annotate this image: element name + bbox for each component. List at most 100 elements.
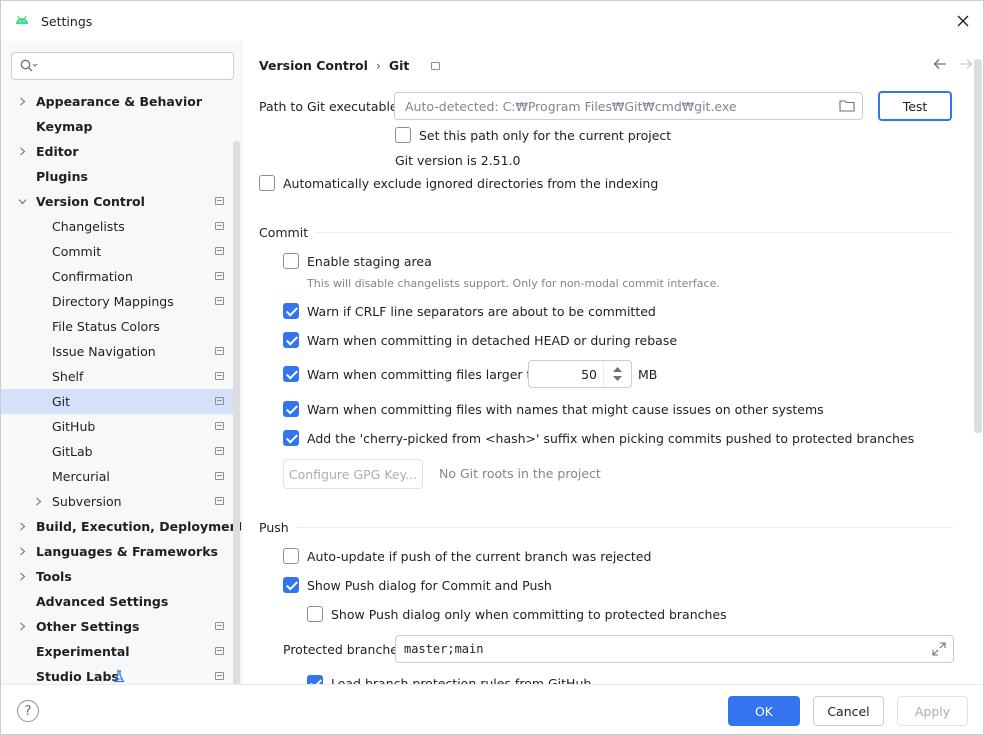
sidebar-item-git[interactable]: Git [1,389,233,414]
sidebar-item-tools[interactable]: Tools [1,564,233,589]
cherry-picked-suffix-label: Add the 'cherry-picked from <hash>' suff… [307,431,915,446]
forward-arrow-icon[interactable] [959,58,973,70]
protected-only-checkbox[interactable] [307,606,323,622]
sidebar-item-languages-frameworks[interactable]: Languages & Frameworks [1,539,233,564]
expand-icon[interactable] [932,642,946,656]
sidebar-item-mercurial[interactable]: Mercurial [1,464,233,489]
sidebar-item-keymap[interactable]: Keymap [1,114,233,139]
sidebar-item-label: Build, Execution, Deployment [36,519,242,534]
sidebar-item-plugins[interactable]: Plugins [1,164,233,189]
sidebar-item-gitlab[interactable]: GitLab [1,439,233,464]
sidebar-item-label: File Status Colors [52,319,160,334]
chevron-right-icon [20,147,26,156]
project-scope-icon [215,372,224,380]
staging-area-checkbox[interactable] [283,253,299,269]
sidebar-item-label: GitHub [52,419,96,434]
project-scope-icon [215,622,224,630]
stepper-arrows[interactable] [603,361,631,387]
sidebar-item-label: Languages & Frameworks [36,544,218,559]
chevron-right-icon [20,547,26,556]
sidebar-item-build-execution-deployment[interactable]: Build, Execution, Deployment [1,514,241,539]
chevron-right-icon [36,497,42,506]
folder-icon[interactable] [839,99,855,112]
protected-branches-input[interactable]: master;main [395,635,954,663]
chevron-right-icon [20,522,26,531]
help-button[interactable]: ? [17,700,39,722]
sidebar-item-github[interactable]: GitHub [1,414,233,439]
sidebar-item-label: Other Settings [36,619,140,634]
sidebar-item-label: Keymap [36,119,93,134]
crlf-warning-checkbox[interactable] [283,303,299,319]
configure-gpg-key-button[interactable]: Configure GPG Key... [283,459,423,489]
git-path-input[interactable]: Auto-detected: C:₩Program Files₩Git₩cmd₩… [394,92,863,120]
exclude-ignored-checkbox[interactable] [259,175,275,191]
sidebar-item-label: Appearance & Behavior [36,94,202,109]
chevron-right-icon [20,622,26,631]
sidebar-item-version-control[interactable]: Version Control [1,189,233,214]
sidebar-item-label: Subversion [52,494,122,509]
file-names-warning-checkbox[interactable] [283,401,299,417]
sidebar-item-subversion[interactable]: Subversion [1,489,233,514]
settings-search-input[interactable] [11,52,234,80]
gpg-status-text: No Git roots in the project [439,466,601,481]
close-button[interactable] [953,11,973,31]
stepper-up-down-icon [613,367,622,381]
sidebar-item-appearance-behavior[interactable]: Appearance & Behavior [1,89,233,114]
flask-icon [113,670,125,683]
project-scope-icon [215,297,224,305]
sidebar-item-other-settings[interactable]: Other Settings [1,614,233,639]
close-icon [957,15,969,27]
content-scrollbar[interactable] [974,59,982,433]
project-scope-icon [215,397,224,405]
project-scope-icon [215,497,224,505]
show-push-dialog-checkbox[interactable] [283,577,299,593]
window-title: Settings [41,14,93,29]
cherry-picked-suffix-checkbox[interactable] [283,430,299,446]
project-only-checkbox[interactable] [395,127,411,143]
load-protection-rules-checkbox[interactable] [307,675,323,684]
ok-button[interactable]: OK [728,696,800,726]
sidebar-scrollbar[interactable] [233,141,240,684]
breadcrumb-parent[interactable]: Version Control [259,58,368,73]
staging-area-label: Enable staging area [307,254,432,269]
sidebar-item-editor[interactable]: Editor [1,139,233,164]
cancel-button[interactable]: Cancel [813,696,884,726]
breadcrumb-separator: › [375,58,381,73]
project-scope-icon [215,447,224,455]
sidebar-item-label: GitLab [52,444,93,459]
show-push-dialog-label: Show Push dialog for Commit and Push [307,578,552,593]
project-scope-icon [215,272,224,280]
sidebar-item-changelists[interactable]: Changelists [1,214,233,239]
project-scope-icon [215,247,224,255]
breadcrumb-current: Git [388,58,410,73]
project-only-label: Set this path only for the current proje… [419,128,672,143]
sidebar-item-label: Editor [36,144,79,159]
sidebar-item-file-status-colors[interactable]: File Status Colors [1,314,233,339]
sidebar-item-advanced-settings[interactable]: Advanced Settings [1,589,233,614]
sidebar-item-directory-mappings[interactable]: Directory Mappings [1,289,233,314]
project-scope-icon [215,422,224,430]
section-divider [296,527,953,528]
back-arrow-icon[interactable] [933,58,947,70]
large-files-checkbox[interactable] [283,366,299,382]
sidebar-item-label: Confirmation [52,269,133,284]
sidebar-item-label: Git [52,394,71,409]
sidebar-item-label: Plugins [36,169,88,184]
sidebar-item-studio-labs[interactable]: Studio Labs [1,664,233,684]
sidebar-item-shelf[interactable]: Shelf [1,364,233,389]
push-section-title: Push [259,520,289,535]
large-files-size-stepper[interactable]: 50 [528,360,632,388]
sidebar-item-commit[interactable]: Commit [1,239,233,264]
apply-button[interactable]: Apply [897,696,968,726]
sidebar-item-issue-navigation[interactable]: Issue Navigation [1,339,233,364]
auto-update-checkbox[interactable] [283,548,299,564]
sidebar-item-confirmation[interactable]: Confirmation [1,264,233,289]
commit-section-title: Commit [259,225,309,240]
sidebar-item-label: Studio Labs [36,669,119,684]
sidebar-item-experimental[interactable]: Experimental [1,639,233,664]
test-git-button[interactable]: Test [878,91,952,121]
crlf-warning-label: Warn if CRLF line separators are about t… [307,304,656,319]
large-files-size-value: 50 [581,367,597,382]
detached-head-checkbox[interactable] [283,332,299,348]
sidebar-item-label: Directory Mappings [52,294,174,309]
